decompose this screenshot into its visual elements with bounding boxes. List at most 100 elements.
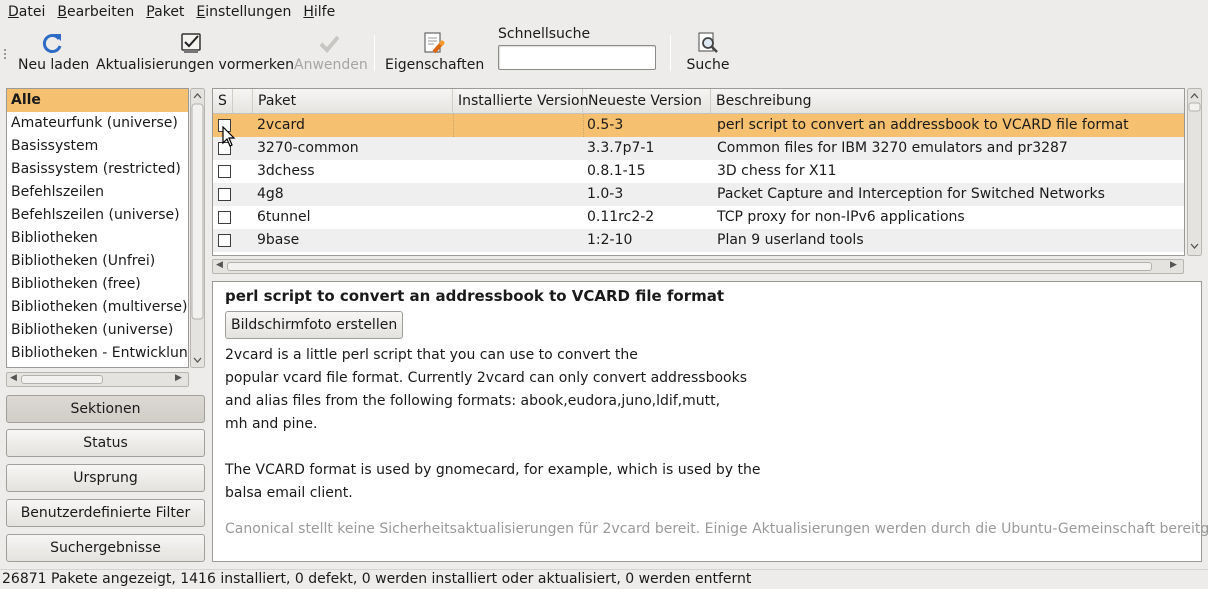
reload-button[interactable]: Neu laden [18, 31, 89, 77]
status-filter-button[interactable]: Status [6, 429, 205, 457]
quick-search-label: Schnellsuche [498, 26, 591, 42]
section-item[interactable]: Befehlszeilen (universe) [7, 204, 188, 227]
description-line: The VCARD format is used by gnomecard, f… [225, 462, 761, 478]
menu-hilfe[interactable]: Hilfe [297, 0, 341, 24]
section-item[interactable]: Basissystem [7, 135, 188, 158]
custom-filter-button[interactable]: Benutzerdefinierte Filter [6, 499, 205, 527]
column-header-installed[interactable]: Installierte Version [453, 89, 588, 114]
section-list: Alle Amateurfunk (universe) Basissystem … [6, 88, 189, 368]
column-header-description[interactable]: Beschreibung [711, 89, 1184, 114]
latest-version: 1.0-3 [587, 186, 624, 202]
package-name: 6tunnel [257, 209, 311, 225]
section-list-vscrollbar[interactable] [190, 88, 205, 368]
latest-version: 0.11rc2-2 [587, 209, 655, 225]
section-list-hscrollbar[interactable]: ◀ ▶ [6, 372, 189, 387]
scroll-right-icon[interactable]: ▶ [175, 373, 182, 383]
latest-version: 0.5-3 [587, 117, 624, 133]
toolbar-grip[interactable] [4, 49, 8, 59]
package-description: Common files for IBM 3270 emulators and … [717, 140, 1068, 156]
mark-updates-icon [181, 33, 201, 53]
install-checkbox[interactable] [218, 188, 231, 201]
menu-paket[interactable]: Paket [140, 0, 190, 24]
installed-version [453, 160, 583, 183]
section-item[interactable]: Alle [7, 89, 188, 112]
search-button[interactable]: Suche [683, 31, 733, 77]
section-item[interactable]: Bibliotheken (multiverse) [7, 296, 188, 319]
installed-version [453, 183, 583, 206]
install-checkbox[interactable] [218, 234, 231, 247]
section-item[interactable]: Amateurfunk (universe) [7, 112, 188, 135]
package-details-pane: perl script to convert an addressbook to… [212, 281, 1208, 562]
latest-version: 3.3.7p7-1 [587, 140, 655, 156]
search-icon [698, 32, 718, 53]
menu-bar: Datei Bearbeiten Paket Einstellungen Hil… [0, 0, 1208, 24]
menu-einstellungen[interactable]: Einstellungen [190, 0, 297, 24]
package-name: 3dchess [257, 163, 315, 179]
table-row[interactable]: 4g8 1.0-3 Packet Capture and Interceptio… [213, 183, 1184, 206]
section-item[interactable]: Bibliotheken (Unfrei) [7, 250, 188, 273]
table-row[interactable]: 6tunnel 0.11rc2-2 TCP proxy for non-IPv6… [213, 206, 1184, 229]
menu-datei[interactable]: Datei [2, 0, 51, 24]
properties-button[interactable]: Eigenschaften [385, 31, 484, 77]
toolbar-separator [670, 35, 671, 71]
origin-filter-button[interactable]: Ursprung [6, 464, 205, 492]
description-line: 2vcard is a little perl script that you … [225, 347, 638, 363]
search-results-filter-button[interactable]: Suchergebnisse [6, 534, 205, 562]
mouse-pointer-icon [222, 126, 236, 147]
package-name: 2vcard [257, 117, 305, 133]
vscroll-track [1187, 88, 1202, 256]
section-item[interactable]: Basissystem (restricted) [7, 158, 188, 181]
column-header-status[interactable]: S [213, 89, 233, 114]
description-line [225, 436, 1189, 459]
section-item[interactable]: Bibliotheken [7, 227, 188, 250]
description-line: and alias files from the following forma… [225, 393, 721, 409]
section-item[interactable]: Bibliotheken (free) [7, 273, 188, 296]
vscroll-track [190, 88, 205, 368]
package-name: 3270-common [257, 140, 359, 156]
column-header-latest[interactable]: Neueste Version [583, 89, 711, 114]
installed-version [453, 137, 583, 160]
package-description: 3D chess for X11 [717, 163, 837, 179]
table-row[interactable]: 3270-common 3.3.7p7-1 Common files for I… [213, 137, 1184, 160]
table-row[interactable]: 3dchess 0.8.1-15 3D chess for X11 [213, 160, 1184, 183]
sections-filter-button[interactable]: Sektionen [6, 395, 205, 423]
install-checkbox[interactable] [218, 165, 231, 178]
section-item[interactable]: Bibliotheken - Entwicklung [7, 342, 188, 365]
package-description: Plan 9 userland tools [717, 232, 864, 248]
get-screenshot-button[interactable]: Bildschirmfoto erstellen [225, 311, 404, 339]
package-table-hscrollbar[interactable]: ◀ ▶ [212, 259, 1184, 274]
install-checkbox[interactable] [218, 211, 231, 224]
apply-button[interactable]: Anwenden [294, 31, 368, 77]
installed-version [453, 229, 583, 252]
section-item[interactable]: Bibliotheken (universe) [7, 319, 188, 342]
installed-version [453, 114, 583, 137]
table-row[interactable]: 9base 1:2-10 Plan 9 userland tools [213, 229, 1184, 252]
package-name: 4g8 [257, 186, 284, 202]
table-row[interactable]: 2vcard 0.5-3 perl script to convert an a… [213, 114, 1184, 137]
toolbar: Neu laden Aktualisierungen vormerken Anw… [0, 25, 1208, 79]
scroll-right-icon[interactable]: ▶ [1170, 260, 1177, 270]
package-table: S Paket Installierte Version Neueste Ver… [212, 88, 1185, 256]
hscroll-thumb[interactable] [21, 375, 103, 384]
status-bar: 26871 Pakete angezeigt, 1416 installiert… [0, 569, 1208, 588]
latest-version: 0.8.1-15 [587, 163, 646, 179]
scroll-left-icon[interactable]: ◀ [10, 373, 17, 383]
details-description: 2vcard is a little perl script that you … [225, 344, 1189, 505]
package-name: 9base [257, 232, 300, 248]
quick-search-input[interactable] [498, 45, 656, 70]
package-description: Packet Capture and Interception for Swit… [717, 186, 1105, 202]
latest-version: 1:2-10 [587, 232, 633, 248]
column-header-icon[interactable] [233, 89, 253, 114]
column-header-package[interactable]: Paket [253, 89, 453, 114]
package-table-vscrollbar[interactable] [1187, 88, 1202, 256]
reload-icon [42, 34, 62, 53]
scroll-left-icon[interactable]: ◀ [216, 260, 223, 270]
section-item[interactable]: Befehlszeilen [7, 181, 188, 204]
installed-version [453, 206, 583, 229]
description-line: popular vcard file format. Currently 2vc… [225, 370, 748, 386]
menu-bearbeiten[interactable]: Bearbeiten [51, 0, 140, 24]
hscroll-thumb[interactable] [227, 262, 1152, 271]
mark-updates-button[interactable]: Aktualisierungen vormerken [96, 31, 294, 77]
checkmark-icon [319, 35, 340, 53]
properties-icon [424, 32, 445, 54]
